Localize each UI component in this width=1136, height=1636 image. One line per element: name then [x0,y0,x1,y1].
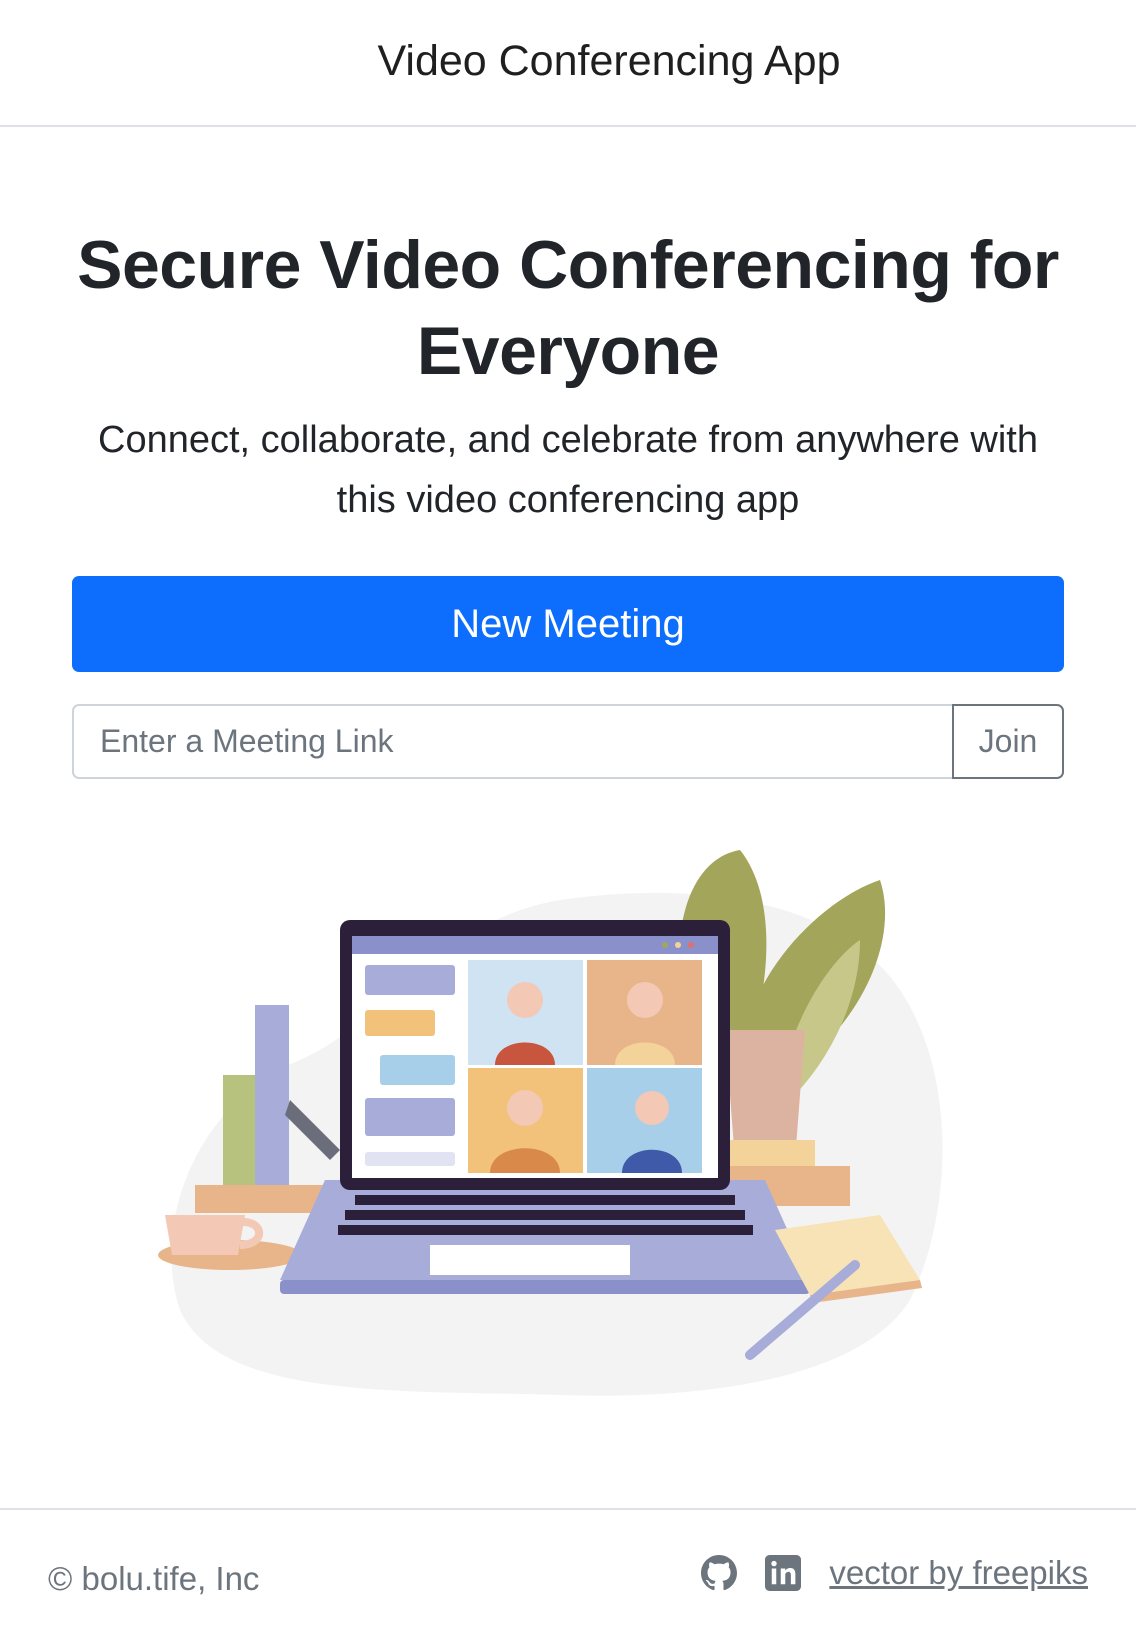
video-conference-illustration [140,840,1000,1430]
footer-links: vector by freepiks [701,1554,1088,1592]
hero-title: Secure Video Conferencing for Everyone [77,227,1059,389]
navbar: Video Conferencing App [0,0,1136,127]
hero-subtitle: Connect, collaborate, and celebrate from… [98,419,1038,521]
meeting-link-input[interactable] [72,704,952,779]
linkedin-icon[interactable] [765,1555,802,1591]
footer: © bolu.tife, Inc vector by freepiks [0,1508,1136,1636]
vector-credit-link[interactable]: vector by freepiks [829,1554,1088,1592]
copyright-text: © bolu.tife, Inc [48,1560,260,1597]
navbar-brand[interactable]: Video Conferencing App [377,37,840,86]
join-meeting-group: Join [72,704,1064,779]
new-meeting-button[interactable]: New Meeting [72,576,1064,672]
join-button[interactable]: Join [952,704,1064,779]
github-icon[interactable] [701,1555,738,1591]
